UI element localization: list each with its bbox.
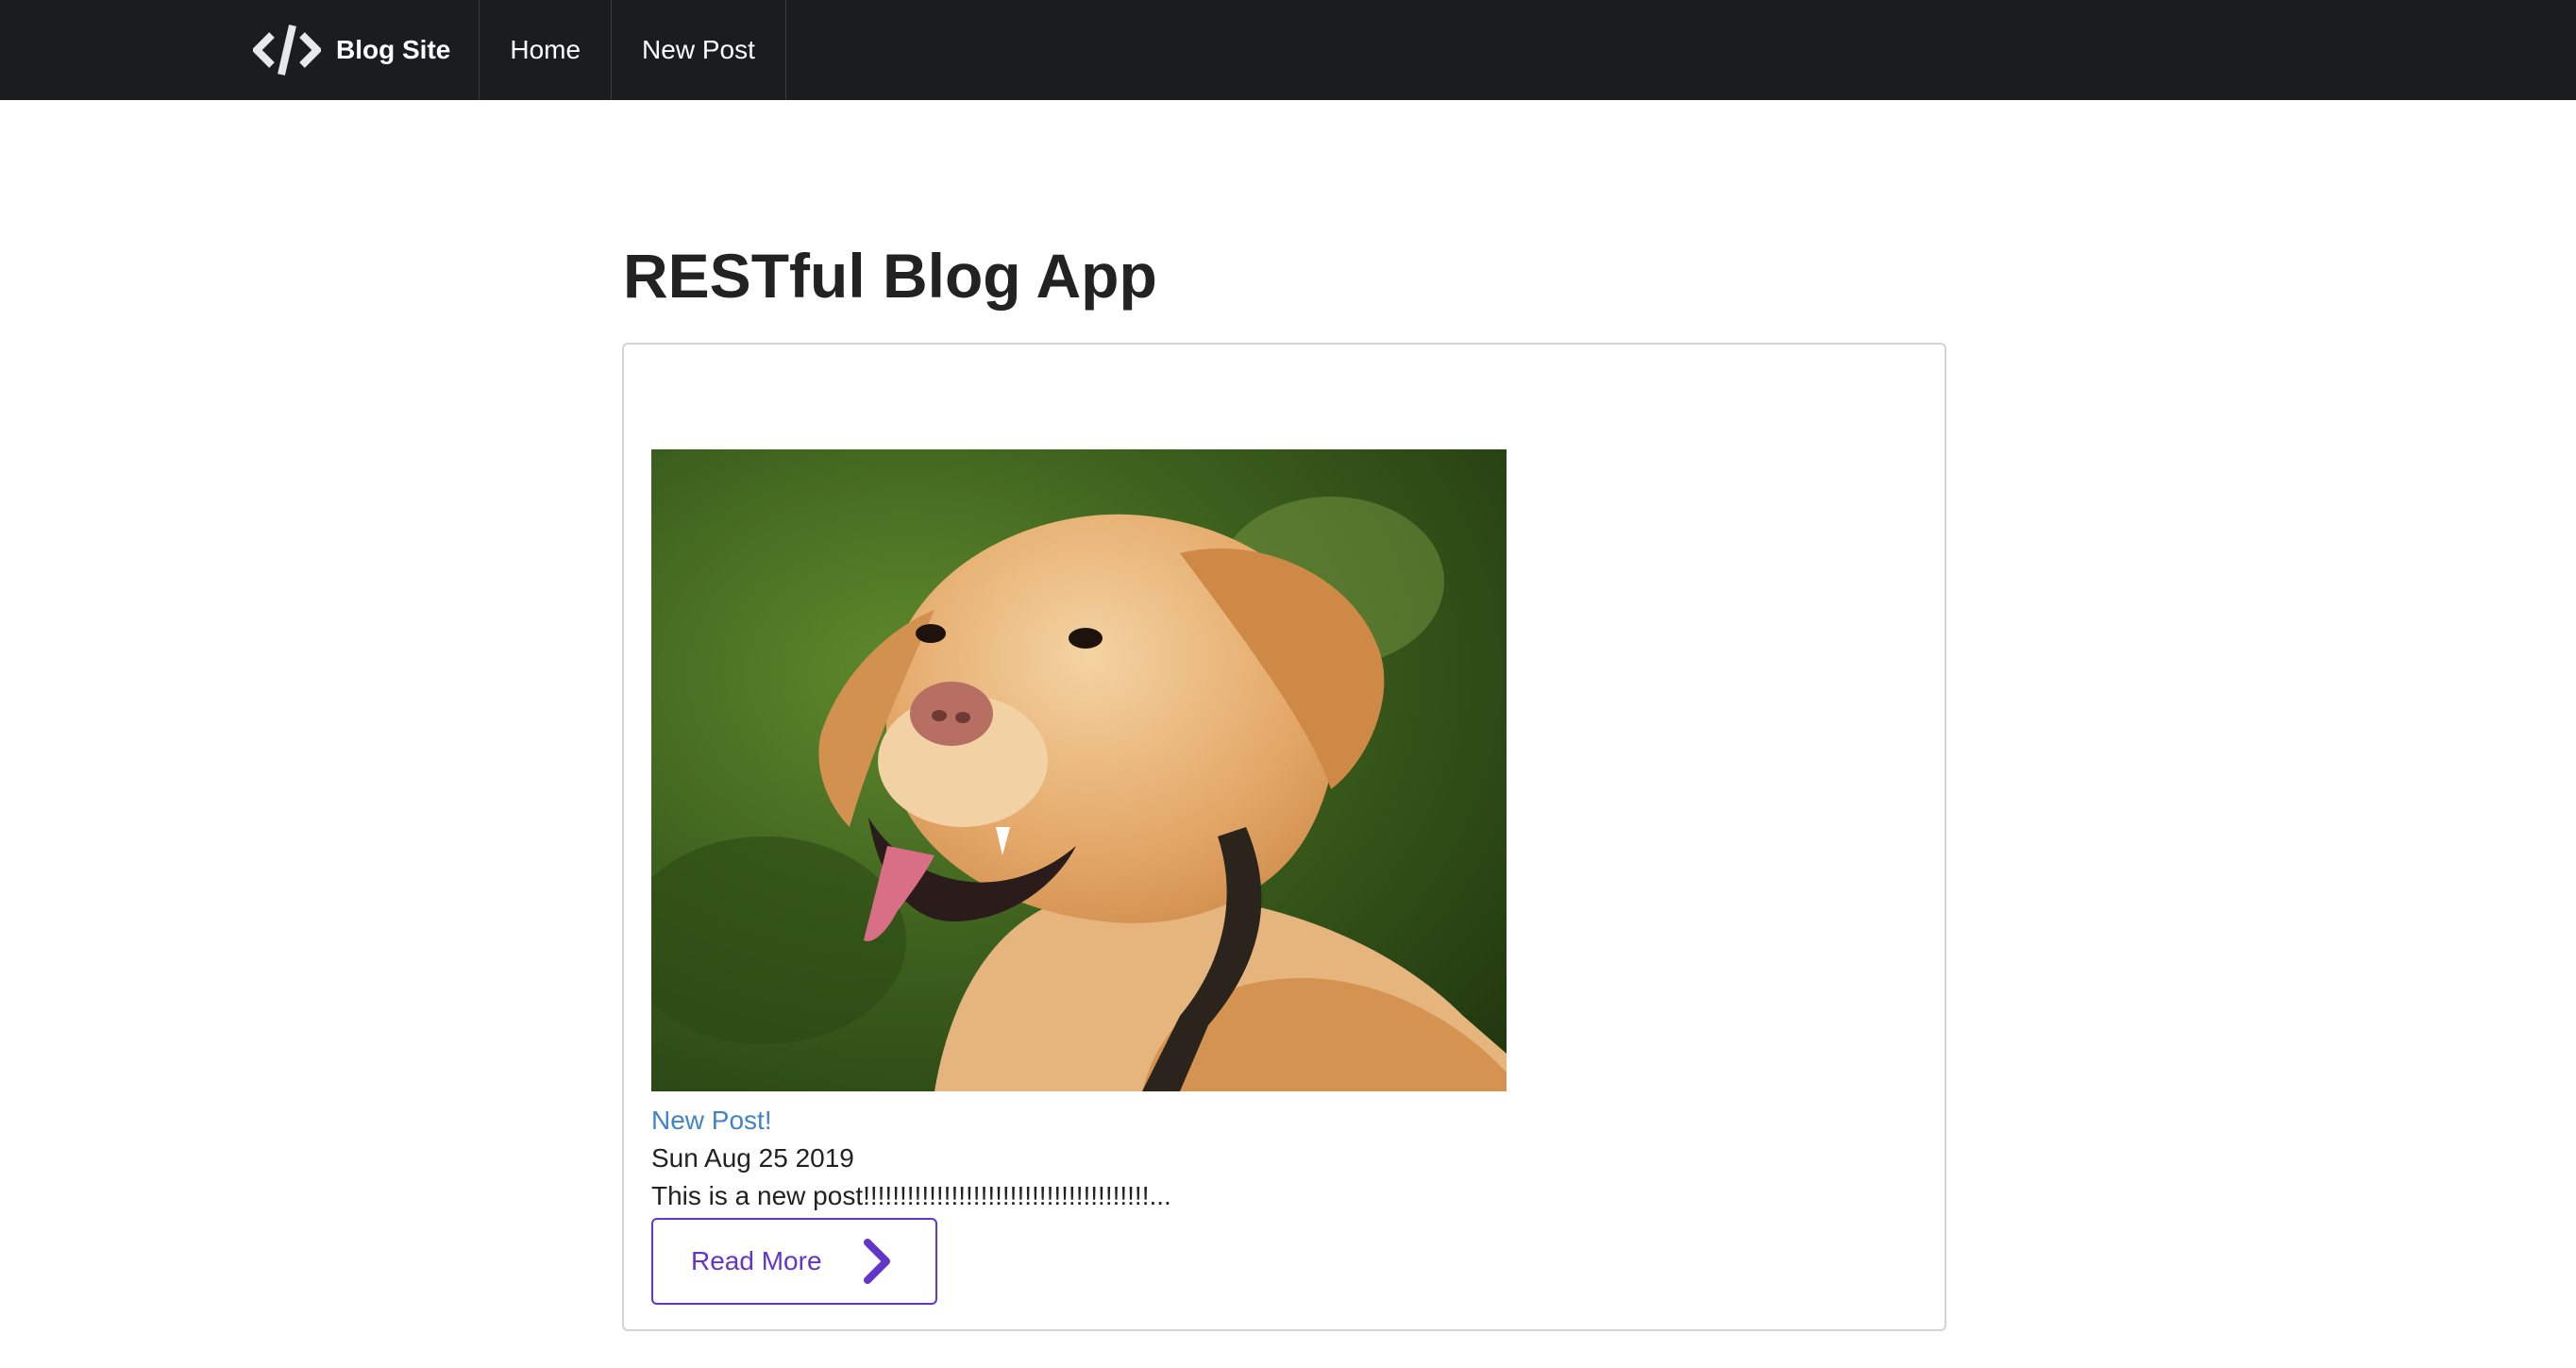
nav-home[interactable]: Home: [480, 0, 613, 100]
navbar-menu: Blog Site Home New Post: [238, 0, 786, 100]
post-image[interactable]: [651, 449, 1507, 1091]
post-card: New Post! Sun Aug 25 2019 This is a new …: [622, 343, 1946, 1331]
read-more-button[interactable]: Read More: [651, 1218, 937, 1305]
nav-new-post[interactable]: New Post: [612, 0, 786, 100]
post-excerpt: This is a new post!!!!!!!!!!!!!!!!!!!!!!…: [651, 1181, 1171, 1210]
page-title: RESTful Blog App: [623, 241, 1157, 311]
nav-new-post-label: New Post: [642, 35, 755, 64]
nav-home-label: Home: [510, 35, 581, 64]
brand-link[interactable]: Blog Site: [238, 0, 480, 100]
chevron-right-icon: [862, 1239, 892, 1284]
post-date: Sun Aug 25 2019: [651, 1143, 854, 1173]
top-navbar: Blog Site Home New Post: [0, 0, 2576, 100]
read-more-label: Read More: [691, 1246, 822, 1275]
code-icon: [253, 24, 321, 76]
brand-label: Blog Site: [336, 35, 451, 64]
post-title-link[interactable]: New Post!: [651, 1106, 772, 1136]
